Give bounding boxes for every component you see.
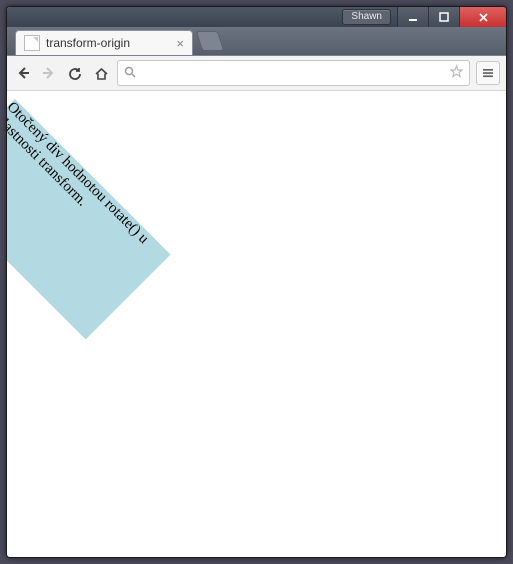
tab-title: transform-origin xyxy=(46,36,130,50)
address-bar[interactable] xyxy=(117,60,470,86)
close-icon xyxy=(478,12,489,23)
forward-button[interactable] xyxy=(39,63,59,83)
chrome-menu-button[interactable] xyxy=(476,61,500,85)
address-input[interactable] xyxy=(142,65,444,81)
search-icon xyxy=(124,66,136,81)
browser-window: Shawn transform-origin × xyxy=(6,6,507,558)
reload-button[interactable] xyxy=(65,63,85,83)
tab-strip: transform-origin × xyxy=(7,27,506,56)
new-tab-button[interactable] xyxy=(196,31,224,51)
arrow-right-icon xyxy=(41,65,57,81)
nav-toolbar xyxy=(7,56,506,91)
close-button[interactable] xyxy=(459,7,506,27)
rotated-div: Otočený div hodnotou rotate() u vlastnos… xyxy=(7,99,171,339)
window-titlebar: Shawn xyxy=(7,7,506,27)
minimize-button[interactable] xyxy=(397,7,428,27)
home-icon xyxy=(94,66,109,81)
page-viewport: Otočený div hodnotou rotate() u vlastnos… xyxy=(7,91,506,557)
tab-close-button[interactable]: × xyxy=(176,37,184,50)
rotated-div-text: Otočený div hodnotou rotate() u vlastnos… xyxy=(7,99,152,247)
menu-icon xyxy=(482,67,494,79)
file-icon xyxy=(24,35,40,51)
reload-icon xyxy=(68,66,83,81)
minimize-icon xyxy=(408,12,418,22)
bookmark-star-icon[interactable] xyxy=(450,65,463,81)
tab-active[interactable]: transform-origin × xyxy=(15,30,193,55)
home-button[interactable] xyxy=(91,63,111,83)
maximize-button[interactable] xyxy=(428,7,459,27)
maximize-icon xyxy=(439,12,449,22)
user-tag: Shawn xyxy=(342,9,391,25)
arrow-left-icon xyxy=(15,65,31,81)
back-button[interactable] xyxy=(13,63,33,83)
